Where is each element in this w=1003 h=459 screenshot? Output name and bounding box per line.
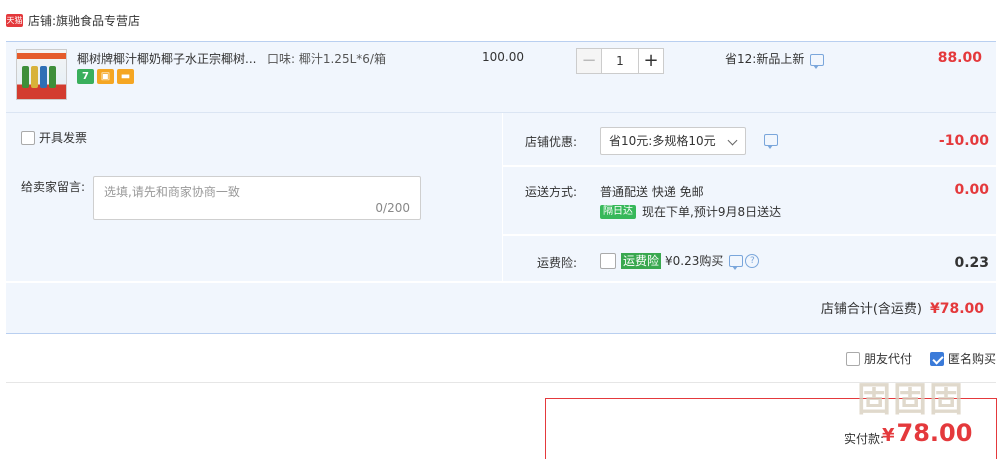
tmall-logo-icon: 天猫 [6,13,23,27]
insurance-option: 运费险 ¥0.23购买 ? [600,252,760,270]
quantity-input[interactable]: 1 [602,48,638,74]
invoice-checkbox[interactable] [21,130,35,145]
discount-select[interactable]: 省10元:多规格10元 [600,127,746,155]
anonymous-option[interactable]: 匿名购买 [929,350,996,367]
insurance-amount: 0.23 [954,255,989,271]
unit-price: 100.00 [482,50,524,64]
increase-quantity-button[interactable]: + [638,48,664,74]
seven-day-return-icon: 7 [77,69,94,84]
discount-chat-icon[interactable] [764,133,778,149]
cart-item-row: 椰树牌椰汁椰奶椰子水正宗椰树... 口味: 椰汁1.25L*6/箱 7 ▣ ▬ … [6,41,996,113]
insurance-label: 运费险: [537,256,578,270]
insurance-price: ¥0.23购买 [665,254,724,268]
guarantee-icon: ▣ [97,69,114,84]
invoice-option[interactable]: 开具发票 [21,129,87,146]
store-total: 店铺合计(含运费) ¥78.00 [821,298,984,317]
card-payment-icon: ▬ [117,69,134,84]
chevron-down-icon [727,135,738,146]
shipping-eta: 现在下单,预计9月8日送达 [642,205,782,219]
store-header: 天猫 店铺: 旗驰食品专营店 [6,10,140,30]
anonymous-label: 匿名购买 [947,352,996,366]
friend-pay-option[interactable]: 朋友代付 [845,350,912,367]
payment-amount: ¥78.00 [882,419,972,447]
invoice-label: 开具发票 [39,131,88,145]
message-textarea[interactable]: 选填,请先和商家协商一致 0/200 [93,176,421,220]
quantity-stepper: − 1 + [576,48,664,74]
next-day-badge: 隔日达 [600,204,636,219]
promo-text: 省12:新品上新 [725,52,805,66]
payment-options: 朋友代付 匿名购买 [845,350,996,367]
watermark: 固固固 [857,380,965,420]
service-badges: 7 ▣ ▬ [77,69,134,84]
insurance-checkbox[interactable] [600,252,616,269]
payment-label: 实付款: [844,432,885,446]
friend-pay-label: 朋友代付 [863,352,912,366]
message-label: 给卖家留言: [21,180,86,194]
friend-pay-checkbox[interactable] [845,351,860,366]
message-placeholder: 选填,请先和商家协商一致 [104,185,240,199]
store-total-amount: ¥78.00 [929,301,984,317]
decrease-quantity-button[interactable]: − [576,48,602,74]
product-thumbnail[interactable] [16,49,67,100]
divider [6,382,996,383]
promo-info: 省12:新品上新 [725,50,825,69]
payment-currency: ¥ [882,425,895,446]
order-details-panel: 开具发票 给卖家留言: 选填,请先和商家协商一致 0/200 店铺优惠: 省10… [6,113,996,334]
discount-amount: -10.00 [938,133,989,149]
store-name[interactable]: 旗驰食品专营店 [56,12,140,29]
insurance-chat-icon[interactable] [729,254,744,270]
anonymous-checkbox[interactable] [929,351,944,366]
chat-icon[interactable] [810,53,825,69]
shipping-amount: 0.00 [954,182,989,198]
discount-selected: 省10元:多规格10元 [609,134,716,148]
message-char-counter: 0/200 [375,201,410,215]
insurance-tag: 运费险 [621,252,662,269]
help-icon[interactable]: ? [745,253,760,268]
shipping-label: 运送方式: [525,185,578,199]
store-label: 店铺: [28,13,57,28]
store-total-label: 店铺合计(含运费) [820,302,922,317]
payment-value: 78.00 [896,419,973,447]
discount-label: 店铺优惠: [525,135,578,149]
shipping-eta-row: 隔日达 现在下单,预计9月8日送达 [600,203,781,220]
shipping-method: 普通配送 快递 免邮 [600,185,704,199]
product-sku: 口味: 椰汁1.25L*6/箱 [267,52,386,66]
item-subtotal: 88.00 [937,50,982,66]
product-title[interactable]: 椰树牌椰汁椰奶椰子水正宗椰树... [77,50,256,67]
